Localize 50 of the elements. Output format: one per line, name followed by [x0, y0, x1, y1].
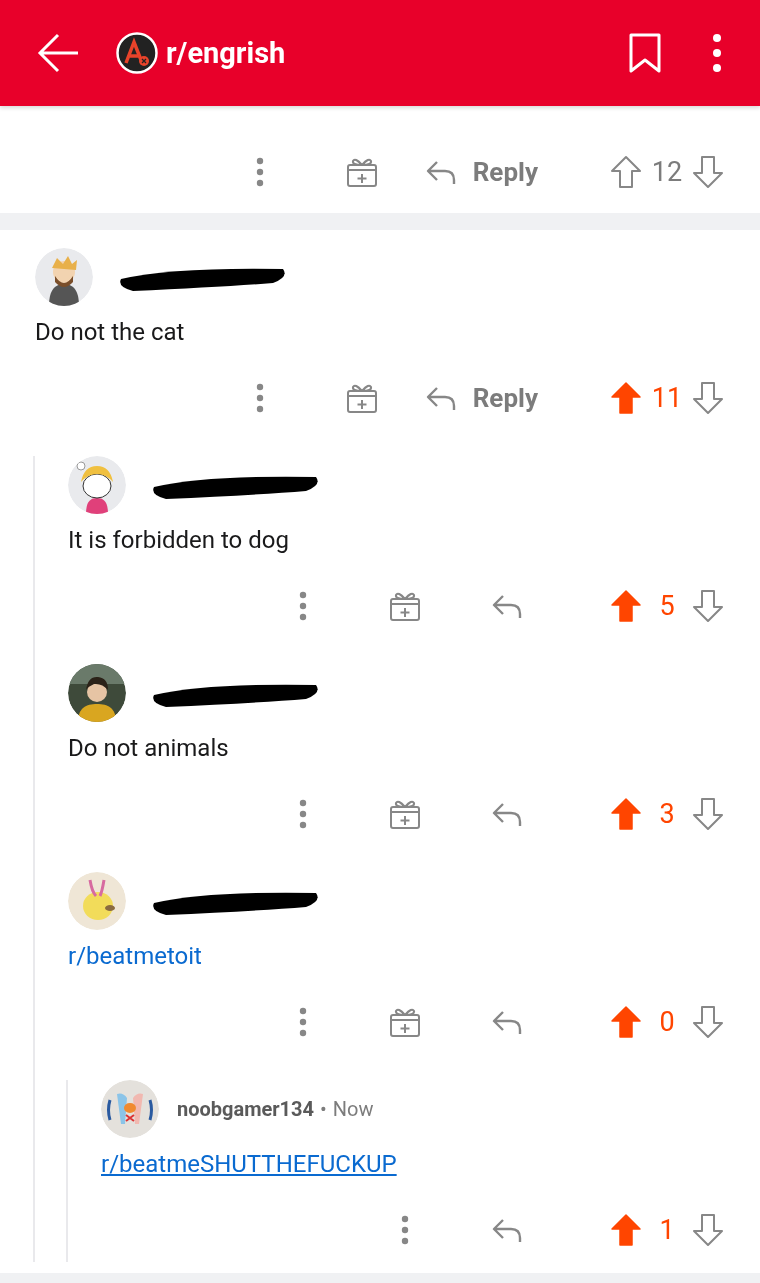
reply-icon	[424, 158, 457, 186]
downvote-icon[interactable]	[692, 589, 724, 623]
subreddit-link[interactable]: r/beatmetoit	[68, 942, 760, 970]
more-options-icon[interactable]	[712, 33, 722, 73]
reply-button[interactable]: Reply	[412, 374, 550, 422]
subreddit-icon	[116, 32, 158, 74]
comment-text: Do not the cat	[35, 318, 186, 346]
more-options-icon[interactable]	[255, 383, 264, 413]
downvote-icon[interactable]	[692, 1213, 724, 1247]
downvote-icon[interactable]	[692, 381, 724, 415]
upvote-icon[interactable]	[610, 589, 642, 623]
username[interactable]: noobgamer134	[177, 1097, 315, 1121]
more-options-icon[interactable]	[401, 1215, 409, 1245]
vote-count: 11	[650, 382, 684, 414]
more-options-icon[interactable]	[299, 591, 307, 621]
comment-text: Do not animals	[68, 734, 230, 762]
reply-icon	[424, 384, 457, 412]
vote-count: 0	[658, 1006, 676, 1038]
avatar	[68, 456, 126, 514]
upvote-icon[interactable]	[610, 381, 642, 415]
upvote-icon[interactable]	[610, 1213, 642, 1247]
downvote-icon[interactable]	[692, 155, 724, 189]
upvote-icon[interactable]	[610, 1005, 642, 1039]
vote-count: 3	[658, 798, 676, 830]
reply-icon	[491, 800, 523, 828]
upvote-icon[interactable]	[610, 155, 642, 189]
subreddit-title: r/engrish	[166, 36, 287, 70]
more-options-icon[interactable]	[299, 799, 307, 829]
vote-count: 5	[658, 590, 676, 622]
reply-button[interactable]: Reply	[412, 148, 550, 196]
more-options-icon[interactable]	[255, 157, 264, 187]
reply-icon	[491, 1216, 523, 1244]
reply-icon	[491, 1008, 523, 1036]
downvote-icon[interactable]	[692, 797, 724, 831]
avatar	[68, 664, 126, 722]
downvote-icon[interactable]	[692, 1005, 724, 1039]
subreddit-link[interactable]: r/beatmeSHUTTHEFUCKUP	[101, 1150, 760, 1178]
timestamp: Now	[332, 1097, 374, 1121]
separator-dot: •	[320, 1097, 327, 1121]
avatar	[35, 248, 93, 306]
avatar	[68, 872, 126, 930]
upvote-icon[interactable]	[610, 797, 642, 831]
avatar	[101, 1080, 159, 1138]
bookmark-icon[interactable]	[628, 33, 662, 73]
comment-text: It is forbidden to dog	[68, 526, 290, 554]
vote-count: 1	[658, 1214, 676, 1246]
back-icon[interactable]	[36, 31, 80, 75]
more-options-icon[interactable]	[299, 1007, 307, 1037]
reply-icon	[491, 592, 523, 620]
vote-count: 12	[650, 156, 684, 188]
